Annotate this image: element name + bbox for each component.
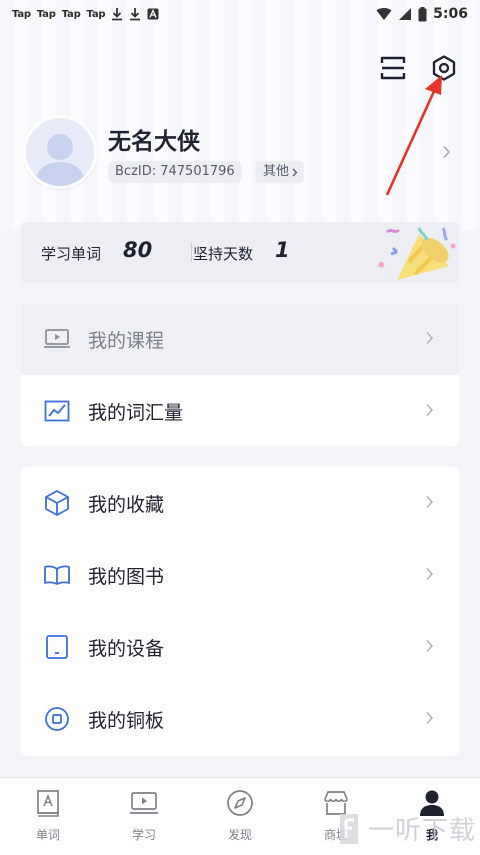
chevron-right-icon xyxy=(292,168,298,176)
streak-days-label: 坚持天数 xyxy=(193,245,254,263)
watermark-logo-icon xyxy=(340,813,358,844)
tap-notification-icon: Tap xyxy=(12,8,31,20)
menu-item-my-favorites[interactable]: 我的收藏 xyxy=(21,467,459,539)
red-arrow-annotation xyxy=(385,75,442,196)
font-a-icon xyxy=(147,8,159,20)
menu-item-label: 我的图书 xyxy=(88,565,165,588)
download-icon xyxy=(112,8,123,21)
menu-item-label: 我的设备 xyxy=(88,637,165,660)
coin-icon xyxy=(45,707,69,731)
trend-chart-icon xyxy=(44,400,70,422)
streak-days-value: 1 xyxy=(275,238,290,262)
download-icon xyxy=(130,8,141,21)
nav-label: 发现 xyxy=(227,828,252,842)
chevron-right-icon xyxy=(426,331,434,345)
menu-item-my-courses[interactable]: 我的课程 xyxy=(21,303,459,375)
menu-item-label: 我的收藏 xyxy=(88,493,165,516)
cell-signal-icon xyxy=(399,8,412,20)
course-screen-icon xyxy=(44,329,70,348)
menu-item-label: 我的铜板 xyxy=(88,709,165,732)
avatar[interactable] xyxy=(23,115,97,189)
nav-tab-words[interactable]: 单词 xyxy=(0,778,96,855)
bcz-id-badge: BczID: 747501796 xyxy=(108,161,242,183)
wifi-icon xyxy=(376,8,392,20)
menu-item-label: 我的词汇量 xyxy=(88,401,184,424)
tap-notification-icon: Tap xyxy=(86,8,106,20)
menu-item-my-devices[interactable]: 我的设备 xyxy=(21,611,459,683)
menu-item-my-coins[interactable]: 我的铜板 xyxy=(21,683,459,755)
battery-icon xyxy=(418,6,427,21)
party-popper-icon xyxy=(378,227,456,280)
tap-notification-icon: Tap xyxy=(36,8,56,20)
menu-card-secondary: 我的收藏 我的图书 我的设备 我的铜板 xyxy=(21,467,459,756)
nav-tab-discover[interactable]: 发现 xyxy=(192,778,288,855)
watermark-text: 一听下载 xyxy=(368,816,477,846)
study-screen-icon xyxy=(130,792,158,814)
nav-label: 单词 xyxy=(35,828,60,842)
clock: 5:06 xyxy=(433,6,468,22)
chevron-right-icon xyxy=(426,639,434,653)
watermark: 一听下载 xyxy=(336,810,476,847)
chevron-right-icon xyxy=(426,403,434,417)
device-icon xyxy=(46,635,68,659)
chevron-right-icon xyxy=(426,567,434,581)
word-card-icon xyxy=(37,790,59,817)
menu-item-my-vocabulary[interactable]: 我的词汇量 xyxy=(21,375,459,446)
other-label: 其他 xyxy=(263,164,290,179)
compass-icon xyxy=(227,790,253,816)
username: 无名大侠 xyxy=(108,129,200,155)
cube-icon xyxy=(45,490,69,516)
menu-item-my-books[interactable]: 我的图书 xyxy=(21,539,459,611)
status-bar: Tap Tap Tap Tap 5:06 xyxy=(0,0,480,28)
nav-label: 学习 xyxy=(131,828,156,842)
menu-item-label: 我的课程 xyxy=(88,329,165,352)
chevron-right-icon xyxy=(426,711,434,725)
profile-chevron-right-icon[interactable] xyxy=(442,145,452,159)
other-info-button[interactable]: 其他 xyxy=(255,161,305,183)
menu-card-primary: 我的课程 我的词汇量 xyxy=(21,303,459,446)
stat-divider xyxy=(191,243,192,262)
chevron-right-icon xyxy=(426,495,434,509)
words-learned-value: 80 xyxy=(123,238,153,262)
nav-tab-study[interactable]: 学习 xyxy=(96,778,192,855)
tap-notification-icon: Tap xyxy=(61,8,81,20)
book-icon xyxy=(44,565,70,585)
words-learned-label: 学习单词 xyxy=(41,245,102,263)
stats-banner: 学习单词 80 坚持天数 1 xyxy=(21,222,459,283)
